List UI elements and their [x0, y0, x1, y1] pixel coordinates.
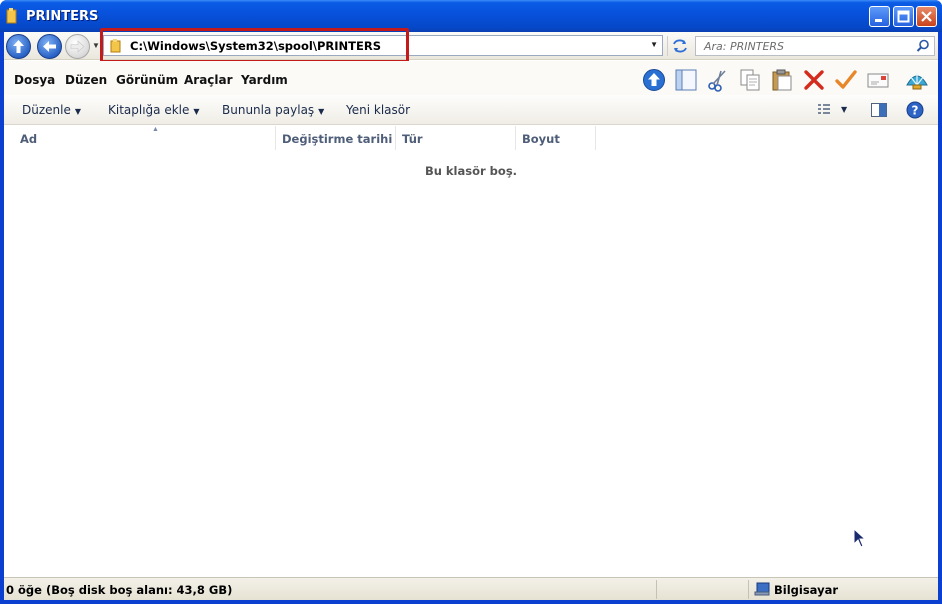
preview-pane-icon[interactable] — [870, 101, 888, 119]
address-highlight-box — [100, 28, 409, 63]
refresh-button[interactable] — [667, 36, 691, 56]
svg-text:?: ? — [912, 104, 919, 118]
maximize-icon — [897, 10, 910, 23]
mouse-cursor-icon — [853, 528, 867, 548]
search-icon[interactable] — [916, 39, 930, 53]
close-icon — [921, 11, 932, 22]
maximize-button[interactable] — [893, 6, 914, 27]
menu-file[interactable]: Dosya — [14, 73, 55, 87]
search-placeholder[interactable]: Ara: PRINTERS — [704, 40, 784, 53]
add-to-library-button[interactable]: Kitaplığa ekle ▼ — [108, 103, 200, 117]
add-to-library-label: Kitaplığa ekle — [108, 103, 190, 117]
organize-button[interactable]: Düzenle ▼ — [22, 103, 81, 117]
column-name[interactable]: Ad ▲ — [14, 126, 276, 150]
arrow-right-icon — [70, 40, 85, 53]
sort-ascending-icon: ▲ — [152, 126, 159, 133]
column-name-label: Ad — [20, 132, 38, 146]
folder-icon — [6, 8, 17, 24]
status-location: Bilgisayar — [774, 583, 839, 597]
column-header: Ad ▲ Değiştirme tarihi Tür Boyut — [4, 126, 938, 150]
minimize-icon — [875, 19, 882, 22]
address-dropdown-icon[interactable]: ▼ — [650, 40, 658, 49]
address-bar-row: ▼ C:\Windows\System32\spool\PRINTERS ▼ A… — [4, 28, 938, 63]
menu-tools[interactable]: Araçlar — [184, 73, 233, 87]
computer-icon — [754, 582, 770, 596]
copy-icon[interactable] — [738, 68, 762, 92]
refresh-icon — [673, 39, 687, 53]
new-folder-button[interactable]: Yeni klasör — [346, 103, 410, 117]
view-options-icon[interactable] — [816, 101, 834, 119]
client-area: ▼ C:\Windows\System32\spool\PRINTERS ▼ A… — [4, 28, 938, 600]
column-date-label: Değiştirme tarihi — [282, 132, 393, 146]
column-size-label: Boyut — [522, 132, 560, 146]
menu-view[interactable]: Görünüm — [116, 73, 178, 87]
share-with-button[interactable]: Bununla paylaş ▼ — [222, 103, 324, 117]
delete-icon[interactable] — [802, 68, 826, 92]
up-button[interactable] — [6, 34, 31, 59]
column-date-modified[interactable]: Değiştirme tarihi — [276, 126, 396, 150]
status-divider — [748, 580, 749, 599]
window-title: PRINTERS — [26, 9, 99, 24]
view-dropdown-icon[interactable]: ▼ — [841, 105, 847, 114]
column-size[interactable]: Boyut — [516, 126, 596, 150]
history-dropdown-icon[interactable]: ▼ — [92, 41, 100, 50]
shell-icon[interactable] — [904, 67, 930, 93]
organize-label: Düzenle — [22, 103, 71, 117]
pane-icon[interactable] — [674, 68, 698, 92]
chevron-down-icon: ▼ — [318, 107, 325, 116]
status-item-count: 0 öğe (Boş disk boş alanı: 43,8 GB) — [6, 583, 233, 597]
paste-icon[interactable] — [770, 68, 794, 92]
search-field[interactable]: Ara: PRINTERS — [695, 36, 935, 56]
chevron-down-icon: ▼ — [74, 107, 82, 116]
menu-bar: Dosya Düzen Görünüm Araçlar Yardım — [4, 61, 938, 95]
cut-icon[interactable] — [706, 68, 730, 92]
back-button[interactable] — [37, 34, 62, 59]
arrow-up-icon — [13, 40, 24, 53]
share-with-label: Bununla paylaş — [222, 103, 315, 117]
menu-help[interactable]: Yardım — [241, 73, 288, 87]
command-bar: Düzenle ▼ Kitaplığa ekle ▼ Bununla paylaş ▼… — [4, 95, 938, 125]
menu-edit[interactable]: Düzen — [65, 73, 107, 87]
close-button[interactable] — [916, 6, 937, 27]
forward-button[interactable] — [65, 34, 90, 59]
empty-folder-message: Bu klasör boş. — [424, 164, 518, 178]
help-icon[interactable]: ? — [906, 101, 924, 119]
column-type[interactable]: Tür — [396, 126, 516, 150]
chevron-down-icon: ▼ — [193, 107, 200, 116]
arrow-left-icon — [43, 41, 56, 52]
column-type-label: Tür — [402, 132, 423, 146]
check-icon[interactable] — [834, 68, 858, 92]
email-icon[interactable] — [866, 68, 890, 92]
status-bar: 0 öğe (Boş disk boş alanı: 43,8 GB) Bilg… — [4, 577, 938, 600]
up-icon[interactable] — [642, 68, 666, 92]
explorer-window: PRINTERS ▼ C:\Windows\System32\spool\PRI… — [0, 0, 942, 604]
status-divider — [656, 580, 657, 599]
minimize-button[interactable] — [869, 6, 890, 27]
